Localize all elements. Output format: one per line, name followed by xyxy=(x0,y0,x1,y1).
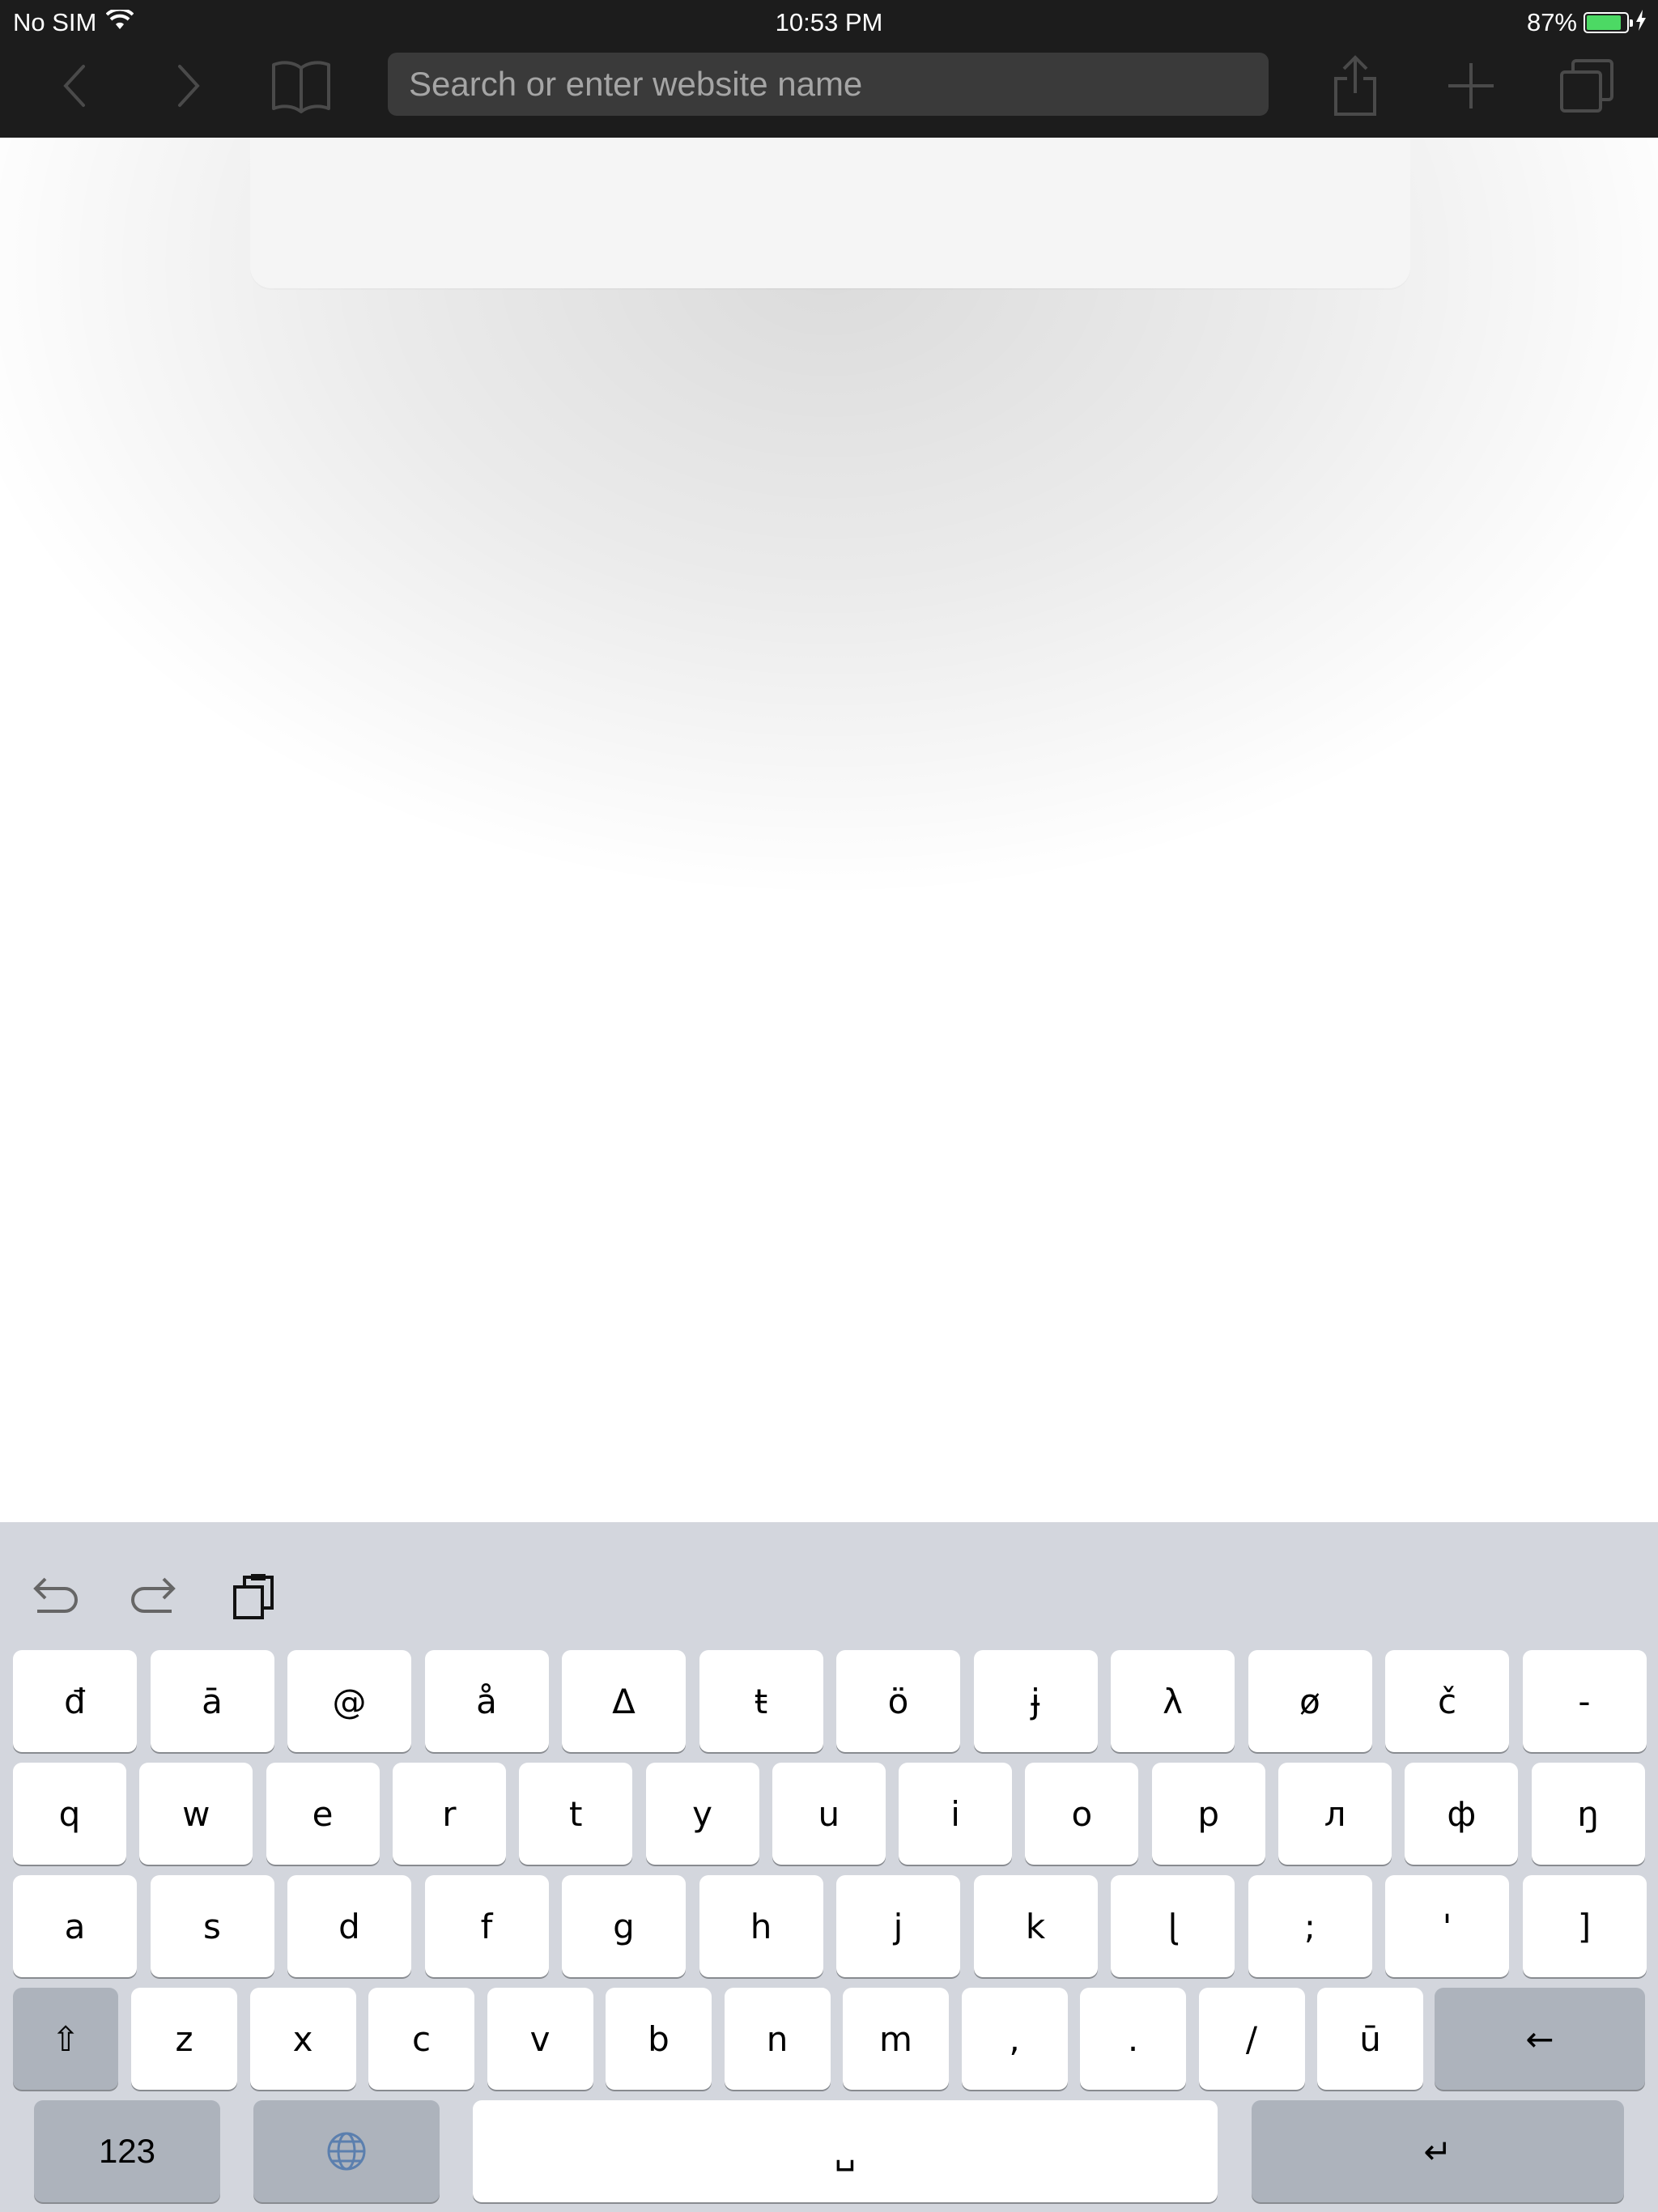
key-h[interactable]: h xyxy=(699,1875,823,1977)
keyboard: đ ā @ å Δŧ ö ɉ λ ø č - q w e r t y u i o p л ф ŋ a s d f g h j k ɭ; '] ⇧ z x… xyxy=(0,1522,1658,2212)
undo-button[interactable] xyxy=(23,1564,87,1629)
numbers-key[interactable]: 123 xyxy=(34,2100,220,2202)
clock: 10:53 PM xyxy=(775,8,883,36)
key-ā[interactable]: ā xyxy=(150,1650,274,1752)
key-j[interactable]: j xyxy=(836,1875,960,1977)
space-key[interactable]: ␣ xyxy=(473,2100,1218,2202)
key-ö[interactable]: ö xyxy=(836,1650,960,1752)
key-p[interactable]: p xyxy=(1151,1763,1265,1865)
paste-icon xyxy=(233,1574,274,1619)
key-q[interactable]: q xyxy=(13,1763,126,1865)
key-u[interactable]: u xyxy=(772,1763,886,1865)
bookmarks-button[interactable] xyxy=(269,53,334,118)
key-t[interactable]: t xyxy=(519,1763,633,1865)
key-ɭ[interactable]: ɭ xyxy=(1111,1875,1235,1977)
key-b[interactable]: b xyxy=(606,1988,712,2090)
key-ɉ[interactable]: ɉ xyxy=(973,1650,1098,1752)
battery-icon xyxy=(1584,12,1633,33)
tabs-button[interactable] xyxy=(1554,53,1619,118)
web-content xyxy=(0,138,1658,1522)
suggestions-panel xyxy=(250,138,1410,288)
charging-bolt-icon xyxy=(1635,5,1647,40)
key-g[interactable]: g xyxy=(562,1875,686,1977)
key-ŧ[interactable]: ŧ xyxy=(699,1650,823,1752)
return-key[interactable]: ↵ xyxy=(1252,2100,1624,2202)
tabs-icon xyxy=(1560,59,1613,113)
key-w[interactable]: w xyxy=(139,1763,253,1865)
key-@[interactable]: @ xyxy=(287,1650,411,1752)
paste-button[interactable] xyxy=(222,1564,287,1629)
forward-button[interactable] xyxy=(155,53,220,118)
shift-key[interactable]: ⇧ xyxy=(13,1988,118,2090)
share-icon xyxy=(1334,55,1376,116)
address-bar[interactable] xyxy=(388,53,1269,116)
status-right: 87% xyxy=(1527,5,1647,40)
key-r[interactable]: r xyxy=(392,1763,506,1865)
key-;[interactable]: ; xyxy=(1248,1875,1372,1977)
key-e[interactable]: e xyxy=(266,1763,380,1865)
backspace-key[interactable]: ← xyxy=(1435,1988,1645,2090)
key-y[interactable]: y xyxy=(645,1763,759,1865)
redo-icon xyxy=(131,1577,176,1613)
key-i[interactable]: i xyxy=(899,1763,1013,1865)
chevron-right-icon xyxy=(178,65,200,107)
key--[interactable]: - xyxy=(1522,1650,1647,1752)
back-button[interactable] xyxy=(43,53,108,118)
redo-button[interactable] xyxy=(121,1564,186,1629)
key-a[interactable]: a xyxy=(13,1875,137,1977)
chevron-left-icon xyxy=(63,65,85,107)
key-n[interactable]: n xyxy=(724,1988,831,2090)
key-s[interactable]: s xyxy=(150,1875,274,1977)
book-icon xyxy=(272,61,330,113)
url-input[interactable] xyxy=(388,53,1269,116)
battery-percent: 87% xyxy=(1526,8,1577,36)
key-o[interactable]: o xyxy=(1025,1763,1139,1865)
key-å[interactable]: å xyxy=(424,1650,549,1752)
undo-icon xyxy=(33,1577,78,1613)
browser-toolbar: No SIM 10:53 PM 87% xyxy=(0,0,1658,138)
key-v[interactable]: v xyxy=(487,1988,593,2090)
key-/[interactable]: / xyxy=(1198,1988,1305,2090)
new-tab-button[interactable] xyxy=(1439,53,1503,118)
key-ф[interactable]: ф xyxy=(1405,1763,1519,1865)
globe-key[interactable] xyxy=(253,2100,440,2202)
key-'[interactable]: ' xyxy=(1385,1875,1509,1977)
key-λ[interactable]: λ xyxy=(1111,1650,1235,1752)
globe-icon xyxy=(327,2132,366,2171)
key-f[interactable]: f xyxy=(424,1875,549,1977)
key-][interactable]: ] xyxy=(1522,1875,1647,1977)
key-k[interactable]: k xyxy=(973,1875,1098,1977)
key-Δ[interactable]: Δ xyxy=(562,1650,686,1752)
key-c[interactable]: c xyxy=(368,1988,474,2090)
key-.[interactable]: . xyxy=(1080,1988,1186,2090)
plus-icon xyxy=(1448,63,1494,108)
screen: { "status_bar": { "carrier": "No SIM", "… xyxy=(0,0,1658,2212)
key-č[interactable]: č xyxy=(1385,1650,1509,1752)
key-ŋ[interactable]: ŋ xyxy=(1531,1763,1645,1865)
key-л[interactable]: л xyxy=(1278,1763,1392,1865)
share-button[interactable] xyxy=(1323,53,1388,118)
key-ø[interactable]: ø xyxy=(1248,1650,1372,1752)
key-x[interactable]: x xyxy=(249,1988,356,2090)
key-z[interactable]: z xyxy=(131,1988,237,2090)
key-,[interactable]: , xyxy=(961,1988,1068,2090)
key-ū[interactable]: ū xyxy=(1317,1988,1423,2090)
key-d[interactable]: d xyxy=(287,1875,411,1977)
key-đ[interactable]: đ xyxy=(13,1650,137,1752)
key-m[interactable]: m xyxy=(843,1988,949,2090)
